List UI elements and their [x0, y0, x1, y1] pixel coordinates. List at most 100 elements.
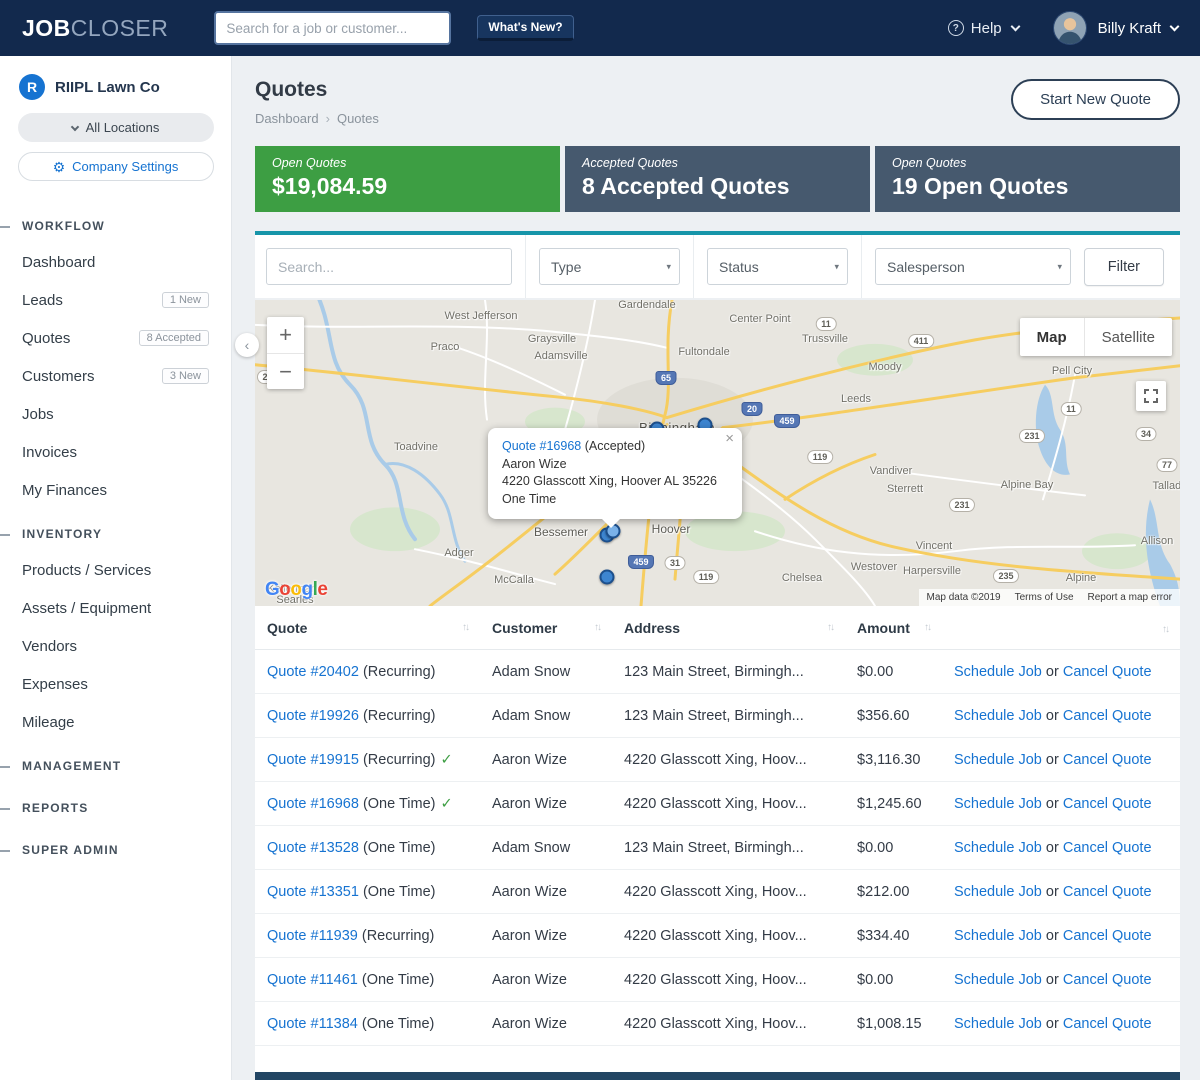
status-select-wrap: Status ▾ [707, 248, 848, 285]
schedule-job-link[interactable]: Schedule Job [954, 1016, 1042, 1032]
quote-link[interactable]: Quote #16968 [502, 439, 581, 453]
sidebar-item-quotes[interactable]: Quotes 8 Accepted [0, 319, 231, 357]
company-settings-button[interactable]: ⚙ Company Settings [18, 152, 214, 181]
map-view-button[interactable]: Map [1020, 318, 1084, 356]
zoom-in-button[interactable]: + [267, 317, 304, 353]
quote-link[interactable]: Quote #11384 [267, 1016, 358, 1032]
fullscreen-button[interactable] [1136, 381, 1166, 411]
sidebar-item-label: Expenses [22, 676, 88, 693]
actions-or-text: or [1046, 928, 1059, 944]
schedule-job-link[interactable]: Schedule Job [954, 752, 1042, 768]
quote-link[interactable]: Quote #11461 [267, 972, 358, 988]
schedule-job-link[interactable]: Schedule Job [954, 840, 1042, 856]
quote-link[interactable]: Quote #19926 [267, 708, 359, 724]
schedule-job-link[interactable]: Schedule Job [954, 884, 1042, 900]
app-logo[interactable]: JOBCLOSER [22, 15, 168, 42]
cancel-quote-link[interactable]: Cancel Quote [1063, 664, 1152, 680]
start-new-quote-button[interactable]: Start New Quote [1011, 79, 1180, 120]
divider [693, 235, 694, 298]
cancel-quote-link[interactable]: Cancel Quote [1063, 928, 1152, 944]
actions-or-text: or [1046, 840, 1059, 856]
quote-link[interactable]: Quote #13528 [267, 840, 359, 856]
col-header-address[interactable]: Address↑↓ [612, 606, 845, 650]
cancel-quote-link[interactable]: Cancel Quote [1063, 796, 1152, 812]
quote-link[interactable]: Quote #20402 [267, 664, 359, 680]
all-locations-dropdown[interactable]: All Locations [18, 113, 214, 142]
quote-link[interactable]: Quote #11939 [267, 928, 358, 944]
sort-icon[interactable]: ↑↓ [462, 622, 468, 633]
map-canvas[interactable]: GardendaleWest JeffersonCenter PointTrus… [255, 300, 1180, 606]
sidebar-item-mileage[interactable]: Mileage [0, 703, 231, 741]
quote-type: (Recurring) [363, 708, 436, 724]
salesperson-select[interactable]: Salesperson [875, 248, 1071, 285]
sidebar-item-products-services[interactable]: Products / Services [0, 551, 231, 589]
company-settings-label: Company Settings [72, 159, 178, 174]
sort-icon[interactable]: ↑↓ [827, 622, 833, 633]
stat-label: Accepted Quotes [582, 156, 853, 170]
sort-icon[interactable]: ↑↓ [1162, 624, 1168, 635]
sidebar-item-label: Products / Services [22, 562, 151, 579]
sort-icon[interactable]: ↑↓ [594, 622, 600, 633]
quote-link[interactable]: Quote #19915 [267, 752, 359, 768]
map-section: ‹ [255, 300, 1180, 606]
type-select[interactable]: Type [539, 248, 680, 285]
quote-link[interactable]: Quote #16968 [267, 796, 359, 812]
divider [525, 235, 526, 298]
col-header-actions[interactable]: ↑↓ [942, 606, 1180, 650]
satellite-view-button[interactable]: Satellite [1084, 318, 1172, 356]
zoom-out-button[interactable]: − [267, 353, 304, 389]
sidebar-section: WORKFLOW Dashboard Leads 1 New Quotes 8 … [0, 201, 231, 509]
cancel-quote-link[interactable]: Cancel Quote [1063, 884, 1152, 900]
main-layout: R RIIPL Lawn Co All Locations ⚙ Company … [0, 56, 1200, 1080]
user-avatar[interactable] [1053, 11, 1087, 45]
schedule-job-link[interactable]: Schedule Job [954, 796, 1042, 812]
col-header-amount[interactable]: Amount↑↓ [845, 606, 942, 650]
report-map-error-link[interactable]: Report a map error [1088, 592, 1172, 603]
cancel-quote-link[interactable]: Cancel Quote [1063, 972, 1152, 988]
company-header[interactable]: R RIIPL Lawn Co [0, 74, 231, 100]
cancel-quote-link[interactable]: Cancel Quote [1063, 1016, 1152, 1032]
address-cell: 4220 Glasscott Xing, Hoov... [612, 914, 845, 958]
cancel-quote-link[interactable]: Cancel Quote [1063, 708, 1152, 724]
sidebar-item-assets-equipment[interactable]: Assets / Equipment [0, 589, 231, 627]
quote-cell: Quote #11384 (One Time) [255, 1002, 480, 1046]
sort-icon[interactable]: ↑↓ [924, 622, 930, 633]
sidebar-item-customers[interactable]: Customers 3 New [0, 357, 231, 395]
address-cell: 123 Main Street, Birmingh... [612, 694, 845, 738]
filter-button[interactable]: Filter [1084, 248, 1164, 286]
address-cell: 123 Main Street, Birmingh... [612, 650, 845, 694]
sidebar-item-leads[interactable]: Leads 1 New [0, 281, 231, 319]
schedule-job-link[interactable]: Schedule Job [954, 708, 1042, 724]
address-cell: 4220 Glasscott Xing, Hoov... [612, 738, 845, 782]
cancel-quote-link[interactable]: Cancel Quote [1063, 752, 1152, 768]
terms-of-use-link[interactable]: Terms of Use [1015, 592, 1074, 603]
map-info-window: × Quote #16968 (Accepted) Aaron Wize 422… [488, 428, 742, 519]
status-select[interactable]: Status [707, 248, 848, 285]
help-menu[interactable]: ? Help [948, 20, 1019, 37]
user-menu[interactable]: Billy Kraft [1098, 20, 1178, 37]
sidebar-item-jobs[interactable]: Jobs [0, 395, 231, 433]
schedule-job-link[interactable]: Schedule Job [954, 928, 1042, 944]
sidebar-item-vendors[interactable]: Vendors [0, 627, 231, 665]
sidebar-item-my-finances[interactable]: My Finances [0, 471, 231, 509]
actions-cell: Schedule Job or Cancel Quote [942, 826, 1180, 870]
breadcrumb-dashboard-link[interactable]: Dashboard [255, 111, 319, 126]
close-icon[interactable]: × [725, 431, 734, 446]
map-marker[interactable] [600, 570, 615, 585]
schedule-job-link[interactable]: Schedule Job [954, 972, 1042, 988]
sidebar-item-expenses[interactable]: Expenses [0, 665, 231, 703]
quote-link[interactable]: Quote #13351 [267, 884, 359, 900]
company-name: RIIPL Lawn Co [55, 79, 160, 96]
col-header-customer[interactable]: Customer↑↓ [480, 606, 612, 650]
sidebar-item-invoices[interactable]: Invoices [0, 433, 231, 471]
whats-new-button[interactable]: What's New? [477, 15, 573, 41]
sidebar-item-dashboard[interactable]: Dashboard [0, 243, 231, 281]
sidebar-section-label: MANAGEMENT [0, 749, 231, 783]
schedule-job-link[interactable]: Schedule Job [954, 664, 1042, 680]
collapse-panel-button[interactable]: ‹ [235, 333, 259, 357]
col-header-quote[interactable]: Quote↑↓ [255, 606, 480, 650]
cancel-quote-link[interactable]: Cancel Quote [1063, 840, 1152, 856]
quotes-search-input[interactable] [266, 248, 512, 285]
global-search-input[interactable] [214, 11, 451, 45]
info-window-address: 4220 Glasscott Xing, Hoover AL 35226 [502, 473, 728, 491]
